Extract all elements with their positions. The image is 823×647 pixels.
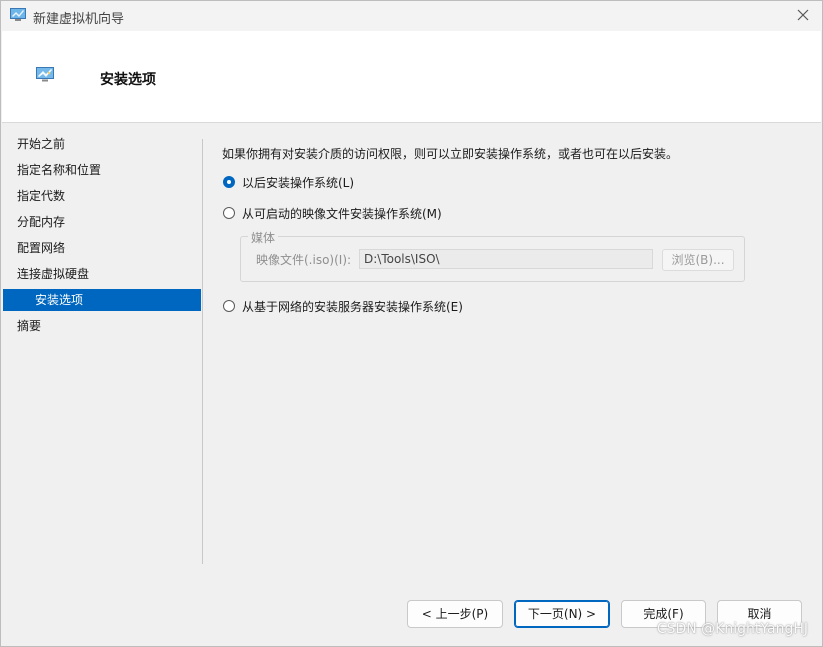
option-install-from-image[interactable]: 从可启动的映像文件安装操作系统(M) bbox=[223, 204, 442, 222]
nav-item-install-options[interactable]: 安装选项 bbox=[3, 289, 201, 311]
watermark-text: CSDN @KnightYangHJ bbox=[656, 621, 808, 637]
wizard-window: 新建虚拟机向导 安装选项 开始之前 指定名称和位置 指定代数 分配内存 配置网络… bbox=[0, 0, 823, 647]
nav-item-name-location[interactable]: 指定名称和位置 bbox=[3, 159, 201, 181]
nav-item-summary[interactable]: 摘要 bbox=[3, 315, 201, 337]
window-title: 新建虚拟机向导 bbox=[33, 12, 125, 27]
next-button[interactable]: 下一页(N) > bbox=[514, 600, 610, 628]
media-legend: 媒体 bbox=[248, 229, 279, 246]
nav-item-generation[interactable]: 指定代数 bbox=[3, 185, 201, 207]
option-install-later-label: 以后安装操作系统(L) bbox=[242, 175, 355, 190]
page-title: 安装选项 bbox=[100, 72, 156, 88]
wizard-header: 安装选项 bbox=[2, 31, 821, 123]
radio-install-from-image[interactable] bbox=[223, 207, 235, 219]
media-group: 媒体 映像文件(.iso)(I): 浏览(B)... bbox=[240, 229, 745, 282]
option-install-from-image-label: 从可启动的映像文件安装操作系统(M) bbox=[242, 206, 442, 221]
option-install-from-network-label: 从基于网络的安装服务器安装操作系统(E) bbox=[242, 299, 463, 314]
vm-monitor-icon bbox=[10, 8, 26, 22]
nav-divider bbox=[202, 139, 203, 564]
previous-button[interactable]: < 上一步(P) bbox=[407, 600, 503, 628]
nav-item-network[interactable]: 配置网络 bbox=[3, 237, 201, 259]
intro-text: 如果你拥有对安装介质的访问权限，则可以立即安装操作系统，或者也可在以后安装。 bbox=[222, 147, 679, 161]
radio-install-later[interactable] bbox=[223, 176, 235, 188]
close-icon[interactable] bbox=[794, 6, 812, 24]
vm-monitor-icon bbox=[36, 67, 54, 83]
wizard-steps-nav: 开始之前 指定名称和位置 指定代数 分配内存 配置网络 连接虚拟硬盘 安装选项 … bbox=[3, 133, 201, 341]
option-install-later[interactable]: 以后安装操作系统(L) bbox=[223, 173, 354, 191]
title-bar[interactable]: 新建虚拟机向导 bbox=[1, 1, 822, 31]
image-path-input[interactable] bbox=[359, 249, 653, 269]
nav-item-before-you-begin[interactable]: 开始之前 bbox=[3, 133, 201, 155]
option-install-from-network[interactable]: 从基于网络的安装服务器安装操作系统(E) bbox=[223, 297, 463, 315]
image-file-label: 映像文件(.iso)(I): bbox=[256, 253, 352, 267]
nav-item-memory[interactable]: 分配内存 bbox=[3, 211, 201, 233]
radio-install-from-network[interactable] bbox=[223, 300, 235, 312]
nav-item-virtual-disk[interactable]: 连接虚拟硬盘 bbox=[3, 263, 201, 285]
browse-button[interactable]: 浏览(B)... bbox=[662, 249, 734, 271]
